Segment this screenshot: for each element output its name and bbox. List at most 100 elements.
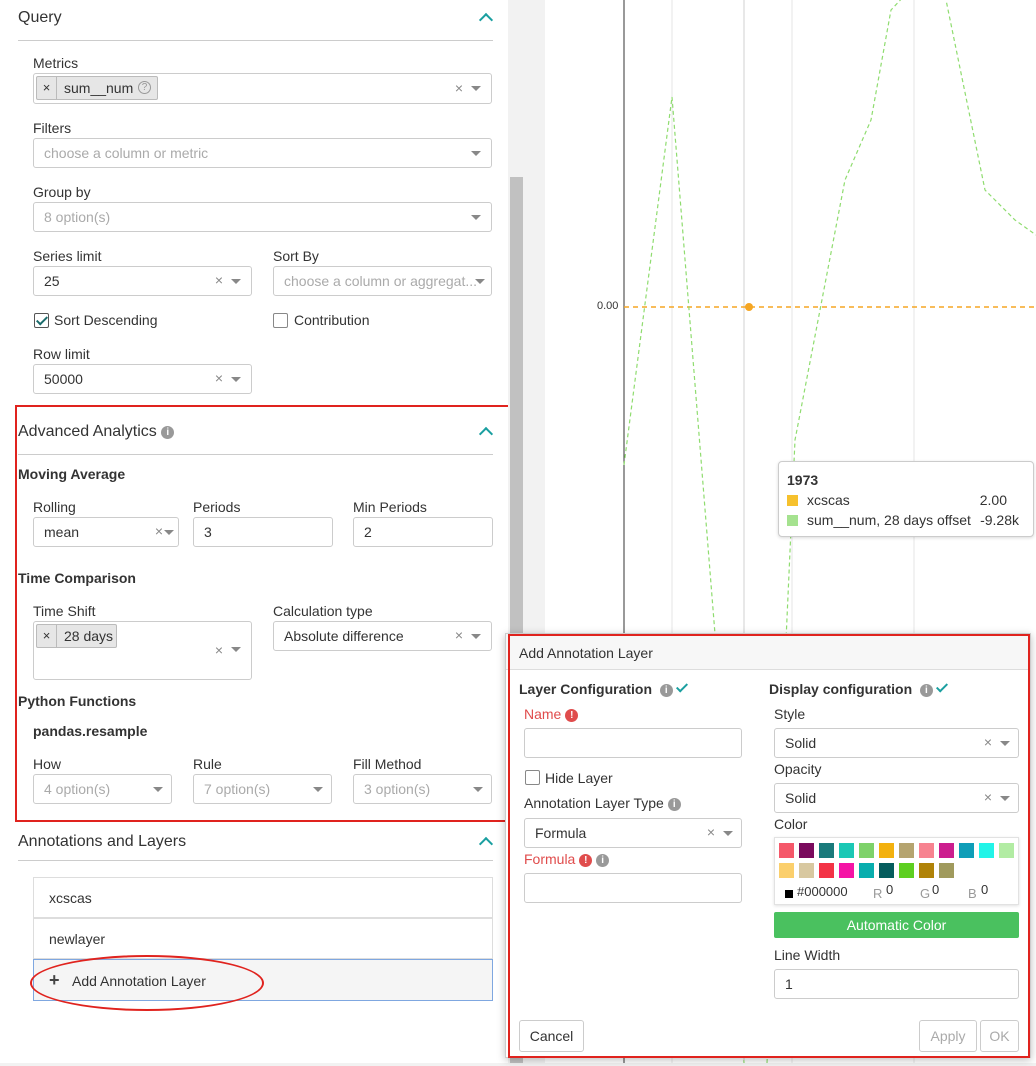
color-swatch[interactable]	[879, 843, 894, 858]
clear-icon[interactable]: ×	[984, 789, 992, 805]
annotations-header[interactable]: Annotations and Layers	[18, 833, 494, 861]
annotation-type-select[interactable]: Formula ×	[524, 818, 742, 848]
time-shift-select[interactable]: × 28 days ×	[33, 621, 252, 680]
color-swatch[interactable]	[999, 843, 1014, 858]
filters-select[interactable]: choose a column or metric	[33, 138, 492, 168]
opacity-select[interactable]: Solid ×	[774, 783, 1019, 813]
cancel-button[interactable]: Cancel	[519, 1020, 584, 1052]
hide-layer-checkbox[interactable]	[525, 770, 540, 785]
remove-tag-icon[interactable]: ×	[37, 77, 57, 99]
apply-button[interactable]: Apply	[919, 1020, 977, 1052]
chevron-down-icon[interactable]	[164, 530, 174, 535]
color-swatch[interactable]	[779, 863, 794, 878]
automatic-color-button[interactable]: Automatic Color	[774, 912, 1019, 938]
query-section-title: Query	[18, 9, 62, 26]
calc-type-select[interactable]: Absolute difference ×	[273, 621, 492, 651]
series-limit-select[interactable]: 25 ×	[33, 266, 252, 296]
sort-by-placeholder: choose a column or aggregat...	[284, 273, 478, 289]
color-swatch[interactable]	[919, 843, 934, 858]
chevron-down-icon[interactable]	[723, 831, 733, 836]
chevron-up-icon[interactable]	[478, 12, 494, 28]
rule-placeholder: 7 option(s)	[204, 781, 271, 797]
clear-icon[interactable]: ×	[984, 734, 992, 750]
query-section-header[interactable]: Query	[18, 9, 494, 41]
min-periods-input[interactable]: 2	[353, 517, 493, 547]
line-width-input[interactable]: 1	[774, 969, 1019, 999]
chevron-down-icon[interactable]	[471, 151, 481, 156]
chevron-down-icon[interactable]	[471, 86, 481, 91]
clear-icon[interactable]: ×	[215, 272, 223, 288]
hex-input[interactable]: #000000	[797, 884, 848, 899]
chevron-down-icon[interactable]	[1000, 796, 1010, 801]
color-swatch[interactable]	[879, 863, 894, 878]
clear-icon[interactable]: ×	[155, 523, 163, 539]
r-input[interactable]: 0	[886, 882, 893, 897]
color-swatch[interactable]	[799, 843, 814, 858]
current-color-swatch	[785, 890, 793, 898]
periods-input[interactable]: 3	[193, 517, 333, 547]
info-icon: i	[919, 684, 933, 697]
row-limit-select[interactable]: 50000 ×	[33, 364, 252, 394]
chevron-down-icon[interactable]	[153, 787, 163, 792]
clear-icon[interactable]: ×	[455, 627, 463, 643]
chevron-down-icon[interactable]	[1000, 741, 1010, 746]
fill-method-select[interactable]: 3 option(s)	[353, 774, 492, 804]
rolling-select[interactable]: mean ×	[33, 517, 179, 547]
annotation-layer-item[interactable]: newlayer	[33, 918, 493, 959]
series-limit-label: Series limit	[33, 248, 102, 264]
clear-icon[interactable]: ×	[215, 370, 223, 386]
chevron-down-icon[interactable]	[231, 377, 241, 382]
color-swatch[interactable]	[859, 843, 874, 858]
color-swatch[interactable]	[979, 843, 994, 858]
remove-tag-icon[interactable]: ×	[37, 625, 57, 647]
rule-select[interactable]: 7 option(s)	[193, 774, 332, 804]
advanced-analytics-header[interactable]: Advanced Analytics i	[18, 423, 494, 455]
chevron-down-icon[interactable]	[313, 787, 323, 792]
sort-descending-checkbox[interactable]	[34, 313, 49, 328]
chevron-up-icon[interactable]	[478, 836, 494, 852]
color-swatch[interactable]	[939, 863, 954, 878]
how-label: How	[33, 756, 62, 772]
color-swatch[interactable]	[799, 863, 814, 878]
color-swatch[interactable]	[779, 843, 794, 858]
chevron-down-icon[interactable]	[231, 279, 241, 284]
clear-icon[interactable]: ×	[215, 642, 223, 658]
color-swatch[interactable]	[839, 843, 854, 858]
color-swatch[interactable]	[899, 863, 914, 878]
color-swatch[interactable]	[939, 843, 954, 858]
color-swatch[interactable]	[839, 863, 854, 878]
how-select[interactable]: 4 option(s)	[33, 774, 172, 804]
g-input[interactable]: 0	[932, 882, 939, 897]
chevron-down-icon[interactable]	[473, 787, 483, 792]
b-input[interactable]: 0	[981, 882, 988, 897]
chevron-down-icon[interactable]	[471, 215, 481, 220]
color-swatch[interactable]	[919, 863, 934, 878]
add-annotation-layer-button[interactable]: + Add Annotation Layer	[33, 959, 493, 1001]
chevron-down-icon[interactable]	[475, 279, 485, 284]
sort-by-select[interactable]: choose a column or aggregat...	[273, 266, 492, 296]
question-circle-icon[interactable]: ?	[138, 81, 151, 94]
control-panel: Query Metrics × sum__num ? × Filters cho…	[0, 0, 508, 1063]
rule-label: Rule	[193, 756, 222, 772]
chevron-down-icon[interactable]	[231, 647, 241, 652]
color-swatch[interactable]	[959, 843, 974, 858]
chevron-up-icon[interactable]	[478, 426, 494, 442]
tooltip-row: sum__num, 28 days offset	[787, 512, 971, 528]
group-by-select[interactable]: 8 option(s)	[33, 202, 492, 232]
color-swatch[interactable]	[819, 843, 834, 858]
color-swatch[interactable]	[899, 843, 914, 858]
color-swatch[interactable]	[819, 863, 834, 878]
formula-input[interactable]	[524, 873, 742, 903]
style-select[interactable]: Solid ×	[774, 728, 1019, 758]
ok-button[interactable]: OK	[980, 1020, 1019, 1052]
name-input[interactable]	[524, 728, 742, 758]
contribution-checkbox[interactable]	[273, 313, 288, 328]
clear-icon[interactable]: ×	[707, 824, 715, 840]
chevron-down-icon[interactable]	[471, 634, 481, 639]
metrics-select[interactable]: × sum__num ? ×	[33, 73, 492, 104]
clear-icon[interactable]: ×	[455, 80, 463, 96]
tooltip-value: 2.00	[979, 492, 1007, 508]
color-swatch[interactable]	[859, 863, 874, 878]
annotation-layer-item[interactable]: xcscas	[33, 877, 493, 918]
metric-tag: × sum__num ?	[36, 76, 158, 100]
